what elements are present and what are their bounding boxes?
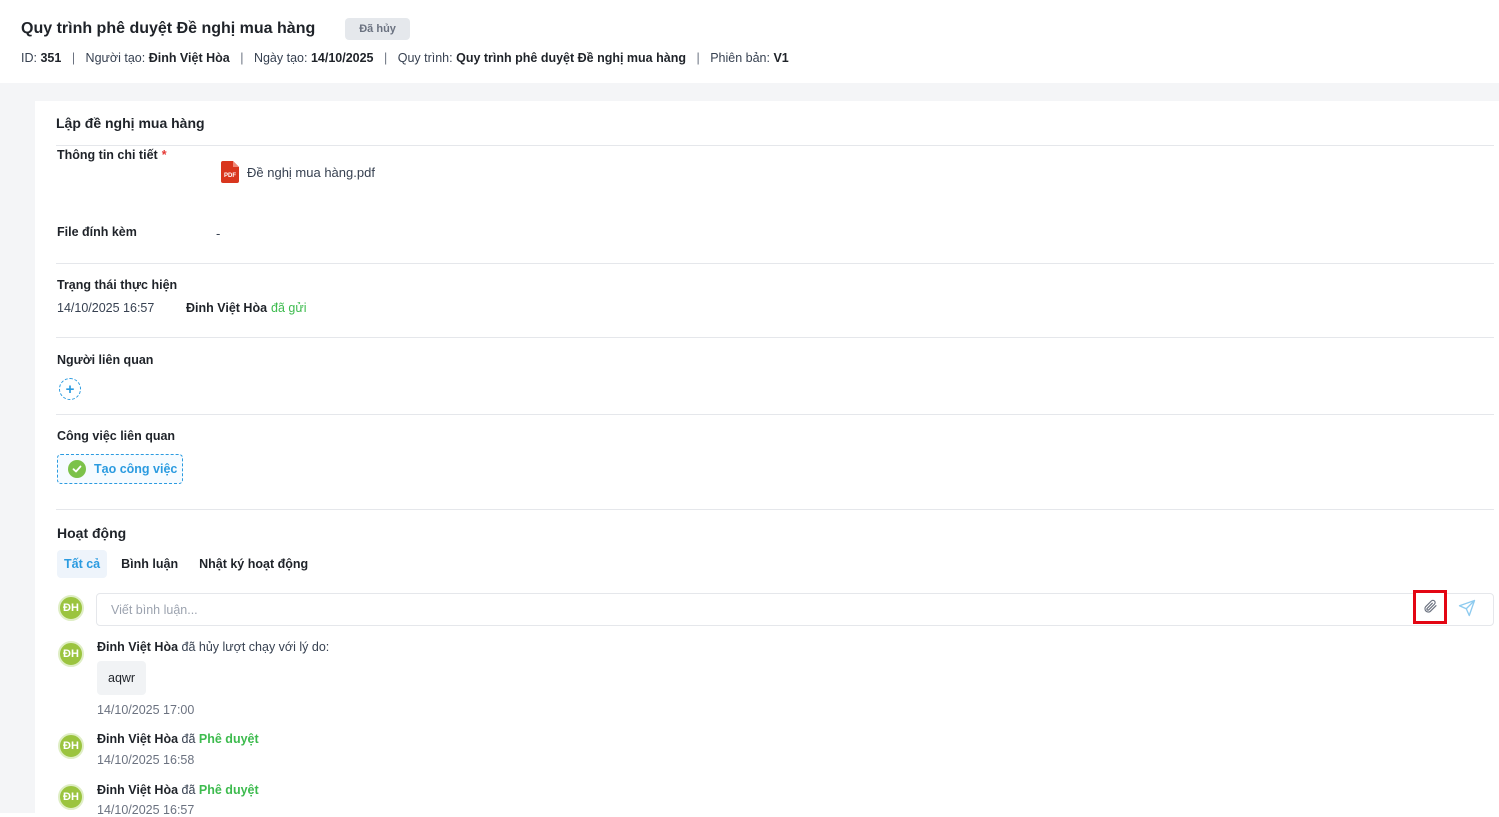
activity-user: Đinh Việt Hòa xyxy=(97,732,179,746)
activity-message: đã hủy lượt chạy với lý do: xyxy=(181,640,330,654)
pdf-icon-text: PDF xyxy=(224,173,236,179)
send-button[interactable] xyxy=(1456,598,1478,620)
execution-status-user: Đinh Việt Hòa xyxy=(186,301,268,315)
activity-time: 14/10/2025 16:57 xyxy=(97,803,195,817)
plus-icon: + xyxy=(65,380,75,398)
related-tasks-label: Công việc liên quan xyxy=(57,429,176,443)
activity-entry-text: Đinh Việt Hòa đã Phê duyệt xyxy=(97,732,259,746)
details-file-link[interactable]: PDF Đề nghị mua hàng.pdf xyxy=(221,161,375,183)
page-title: Quy trình phê duyệt Đề nghị mua hàng xyxy=(21,20,316,37)
attach-file-button[interactable] xyxy=(1413,590,1447,624)
activity-message: đã xyxy=(181,783,196,797)
meta-row: ID: 351 | Người tạo: Đinh Việt Hòa | Ngà… xyxy=(21,51,789,65)
tab-activity-log[interactable]: Nhật ký hoạt động xyxy=(192,550,315,578)
activity-time: 14/10/2025 17:00 xyxy=(97,703,195,717)
title-row: Quy trình phê duyệt Đề nghị mua hàng Đã … xyxy=(21,18,410,40)
attachments-value: - xyxy=(216,226,221,241)
send-icon xyxy=(1458,599,1476,620)
execution-status-label: Trạng thái thực hiện xyxy=(57,278,178,292)
meta-version-value: V1 xyxy=(773,51,789,65)
execution-status-entry: Đinh Việt Hòa đã gửi xyxy=(186,301,307,315)
activity-message: đã xyxy=(181,732,196,746)
comment-box xyxy=(96,593,1494,626)
activity-user: Đinh Việt Hòa xyxy=(97,783,179,797)
meta-created-label: Ngày tạo: xyxy=(253,51,308,65)
meta-process-value: Quy trình phê duyệt Đề nghị mua hàng xyxy=(456,51,686,65)
details-label: Thông tin chi tiết * xyxy=(57,148,167,162)
avatar: ĐH xyxy=(58,784,84,810)
status-badge: Đã hủy xyxy=(345,18,410,40)
meta-separator: | xyxy=(240,51,244,65)
comment-input[interactable] xyxy=(97,594,1397,625)
tab-comments[interactable]: Bình luận xyxy=(114,550,185,578)
create-task-button[interactable]: Tạo công việc xyxy=(57,454,183,484)
meta-id-value: 351 xyxy=(40,51,62,65)
content-card xyxy=(35,101,1499,813)
meta-separator: | xyxy=(696,51,700,65)
execution-status-time: 14/10/2025 16:57 xyxy=(57,301,155,315)
meta-creator-value: Đinh Việt Hòa xyxy=(148,51,230,65)
cancel-reason: aqwr xyxy=(97,661,147,695)
divider xyxy=(56,509,1494,510)
related-people-label: Người liên quan xyxy=(57,353,154,367)
tab-all[interactable]: Tất cả xyxy=(57,550,108,578)
meta-creator-label: Người tạo: xyxy=(85,51,146,65)
meta-created-value: 14/10/2025 xyxy=(310,51,374,65)
meta-process-label: Quy trình: xyxy=(397,51,453,65)
activity-title: Hoạt động xyxy=(57,525,127,541)
meta-id-label: ID: xyxy=(21,51,37,65)
activity-action: Phê duyệt xyxy=(198,732,259,746)
paperclip-icon xyxy=(1422,598,1438,617)
meta-separator: | xyxy=(383,51,388,65)
check-circle-icon xyxy=(68,460,86,478)
pdf-icon: PDF xyxy=(221,161,239,183)
activity-tabs: Tất cả Bình luận Nhật ký hoạt động xyxy=(57,550,322,578)
file-name: Đề nghị mua hàng.pdf xyxy=(247,164,375,180)
required-mark: * xyxy=(161,148,167,162)
attachments-label: File đính kèm xyxy=(57,225,137,239)
avatar: ĐH xyxy=(58,733,84,759)
activity-action: Phê duyệt xyxy=(198,783,259,797)
avatar: ĐH xyxy=(58,595,84,621)
activity-time: 14/10/2025 16:58 xyxy=(97,753,195,767)
divider xyxy=(56,263,1494,264)
add-person-button[interactable]: + xyxy=(59,378,81,400)
activity-entry-text: Đinh Việt Hòa đã Phê duyệt xyxy=(97,783,259,797)
activity-entry-text: Đinh Việt Hòa đã hủy lượt chạy với lý do… xyxy=(97,640,329,654)
divider xyxy=(56,145,1494,146)
divider xyxy=(56,337,1494,338)
execution-status-action: đã gửi xyxy=(271,301,307,315)
create-task-label: Tạo công việc xyxy=(94,462,178,476)
avatar: ĐH xyxy=(58,641,84,667)
meta-version-label: Phiên bản: xyxy=(710,51,770,65)
page-header: Quy trình phê duyệt Đề nghị mua hàng Đã … xyxy=(0,0,1499,83)
meta-separator: | xyxy=(71,51,76,65)
details-label-text: Thông tin chi tiết xyxy=(57,148,158,162)
divider xyxy=(56,414,1494,415)
section-title: Lập đề nghị mua hàng xyxy=(56,115,205,131)
activity-user: Đinh Việt Hòa xyxy=(97,640,179,654)
